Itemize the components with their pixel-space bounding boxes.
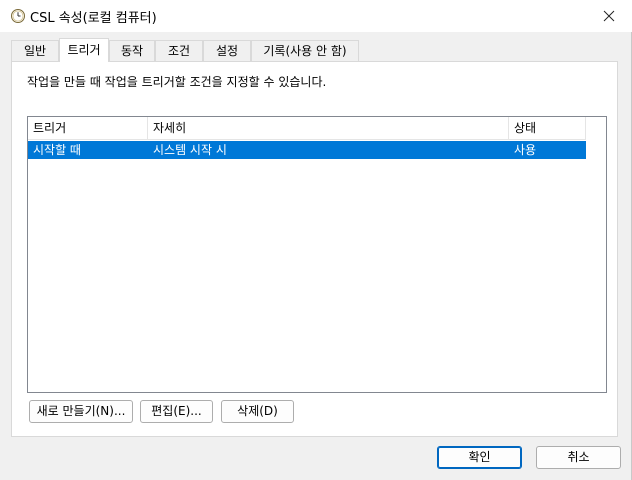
list-header: 트리거 자세히 상태 <box>28 117 586 140</box>
column-header-trigger[interactable]: 트리거 <box>28 117 148 140</box>
row-trigger: 시작할 때 <box>33 143 81 157</box>
close-button[interactable] <box>586 0 632 32</box>
tab-general[interactable]: 일반 <box>11 40 59 61</box>
new-trigger-button[interactable]: 새로 만들기(N)... <box>29 400 133 423</box>
row-status: 사용 <box>514 143 537 157</box>
window-title: CSL 속성(로컬 컴퓨터) <box>30 11 157 26</box>
tab-actions[interactable]: 동작 <box>109 40 155 61</box>
row-details: 시스템 시작 시 <box>153 143 227 157</box>
table-row[interactable]: 시작할 때 시스템 시작 시 사용 <box>28 141 586 159</box>
title-bar: CSL 속성(로컬 컴퓨터) <box>0 0 632 32</box>
edit-trigger-button[interactable]: 편집(E)... <box>140 400 213 423</box>
delete-trigger-button[interactable]: 삭제(D) <box>221 400 294 423</box>
column-header-details[interactable]: 자세히 <box>148 117 509 140</box>
tab-triggers[interactable]: 트리거 <box>59 38 109 62</box>
trigger-list[interactable]: 트리거 자세히 상태 시작할 때 시스템 시작 시 사용 <box>27 116 607 393</box>
triggers-panel: 작업을 만들 때 작업을 트리거할 조건을 지정할 수 있습니다. 트리거 자세… <box>11 61 618 437</box>
triggers-description: 작업을 만들 때 작업을 트리거할 조건을 지정할 수 있습니다. <box>27 75 327 89</box>
cancel-button[interactable]: 취소 <box>536 446 621 469</box>
clock-icon <box>11 9 25 23</box>
tab-settings[interactable]: 설정 <box>203 40 251 61</box>
ok-button[interactable]: 확인 <box>437 446 522 469</box>
tab-history[interactable]: 기록(사용 안 함) <box>251 40 359 61</box>
column-header-status[interactable]: 상태 <box>509 117 586 140</box>
close-icon <box>603 10 615 22</box>
tab-conditions[interactable]: 조건 <box>155 40 203 61</box>
